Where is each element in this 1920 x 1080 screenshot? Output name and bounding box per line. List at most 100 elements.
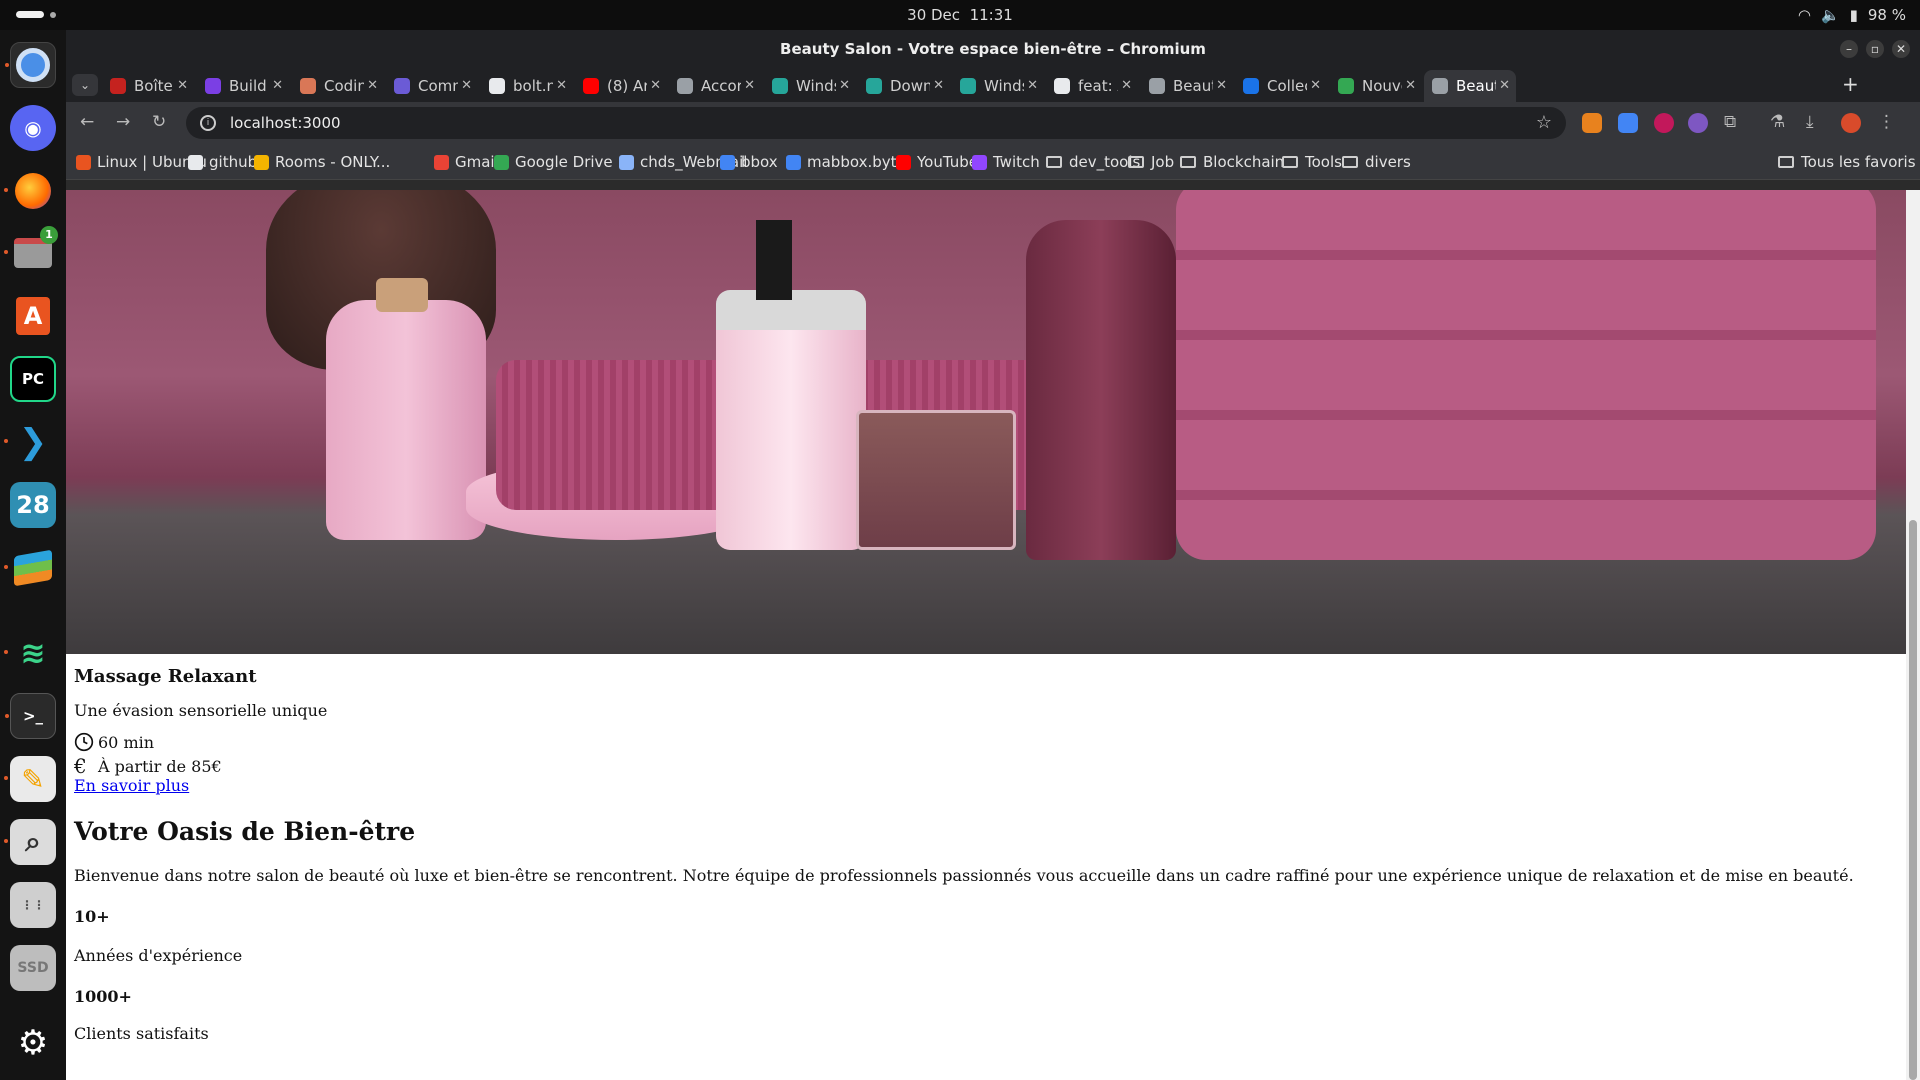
- bookmark-1[interactable]: github: [188, 153, 257, 171]
- tab-search-button[interactable]: ⌄: [72, 74, 98, 96]
- close-window-button[interactable]: ✕: [1892, 40, 1910, 58]
- about-heading: Votre Oasis de Bien-être: [74, 817, 416, 846]
- all-bookmarks-button[interactable]: Tous les favoris: [1778, 153, 1916, 171]
- scrollbar-thumb[interactable]: [1909, 520, 1917, 1080]
- system-clock[interactable]: 30 Dec 11:31: [0, 6, 1920, 24]
- tab-close-icon[interactable]: ✕: [1027, 78, 1038, 93]
- search-launcher[interactable]: ⌕: [4, 819, 56, 865]
- download-icon[interactable]: ⤓: [1806, 112, 1814, 132]
- extensions-puzzle-icon[interactable]: ⧉: [1724, 112, 1736, 132]
- tab-favicon-icon: [1149, 78, 1165, 94]
- tab-12[interactable]: Collection✕: [1235, 70, 1327, 102]
- bookmark-4[interactable]: Google Drive: [494, 153, 613, 171]
- text-editor-launcher[interactable]: ✎: [4, 756, 56, 802]
- browser-menu-icon[interactable]: ⋮: [1878, 112, 1895, 132]
- wifi-icon: ◠: [1797, 6, 1811, 24]
- calendar-launcher[interactable]: 28: [10, 482, 56, 528]
- tab-13[interactable]: Nouvel onglet✕: [1330, 70, 1422, 102]
- address-bar[interactable]: i localhost:3000 ☆: [186, 107, 1566, 139]
- tab-8[interactable]: Download✕: [858, 70, 950, 102]
- system-tray[interactable]: ◠ 🔈 ▮ 98 %: [1798, 6, 1906, 24]
- tab-close-icon[interactable]: ✕: [461, 78, 472, 93]
- terminal-launcher[interactable]: >_: [5, 693, 56, 739]
- bbox-icon: [786, 154, 801, 170]
- tab-close-icon[interactable]: ✕: [1310, 78, 1321, 93]
- bookmark-star-icon[interactable]: ☆: [1536, 107, 1552, 139]
- tab-14[interactable]: Beauty✕: [1424, 70, 1516, 102]
- maximize-button[interactable]: ▫: [1866, 40, 1884, 58]
- page-scrollbar[interactable]: [1906, 190, 1920, 1080]
- system-monitor-launcher[interactable]: ⋮⋮: [10, 882, 56, 928]
- tab-close-icon[interactable]: ✕: [1216, 78, 1227, 93]
- learn-more-link[interactable]: En savoir plus: [74, 776, 189, 795]
- bookmark-10[interactable]: dev_tools: [1046, 153, 1140, 171]
- tab-close-icon[interactable]: ✕: [1121, 78, 1132, 93]
- tab-close-icon[interactable]: ✕: [933, 78, 944, 93]
- window-title: Beauty Salon - Votre espace bien-être – …: [780, 40, 1206, 58]
- tab-close-icon[interactable]: ✕: [744, 78, 755, 93]
- tab-1[interactable]: Build Projects✕: [197, 70, 289, 102]
- bookmark-3[interactable]: Gmail: [434, 153, 499, 171]
- tab-close-icon[interactable]: ✕: [839, 78, 850, 93]
- tab-9[interactable]: Windsurf✕: [952, 70, 1044, 102]
- pycharm-launcher[interactable]: PC: [10, 356, 56, 402]
- tab-close-icon[interactable]: ✕: [272, 78, 283, 93]
- metamask-extension-icon[interactable]: [1582, 113, 1602, 133]
- files-launcher[interactable]: 1: [4, 226, 58, 276]
- pink-extension-icon[interactable]: [1654, 113, 1674, 133]
- vscode-launcher[interactable]: ❯: [4, 419, 56, 465]
- bookmark-9[interactable]: Twitch: [972, 153, 1040, 171]
- youtube-icon: [896, 154, 911, 170]
- site-info-icon[interactable]: i: [200, 115, 216, 131]
- tab-10[interactable]: feat: Add✕: [1046, 70, 1138, 102]
- tab-11[interactable]: Beauty✕: [1141, 70, 1233, 102]
- minimize-button[interactable]: –: [1840, 40, 1858, 58]
- firefox-launcher[interactable]: [4, 168, 56, 214]
- app-center-launcher[interactable]: A: [10, 293, 56, 339]
- bookmark-12[interactable]: Blockchain: [1180, 153, 1284, 171]
- tab-7[interactable]: Windsurf✕: [764, 70, 856, 102]
- stat-value-clients: 1000+: [74, 987, 132, 1006]
- tab-close-icon[interactable]: ✕: [1499, 78, 1510, 93]
- discord-launcher[interactable]: ◉: [10, 105, 56, 151]
- bookmark-7[interactable]: mabbox.bytel: [786, 153, 910, 171]
- tab-favicon-icon: [677, 78, 693, 94]
- tab-favicon-icon: [1054, 78, 1070, 94]
- tab-favicon-icon: [394, 78, 410, 94]
- profile-avatar[interactable]: [1841, 113, 1861, 133]
- euro-icon: €: [74, 754, 87, 778]
- ssd-drive-launcher[interactable]: SSD: [10, 945, 56, 991]
- chromium-launcher[interactable]: [5, 42, 56, 88]
- tab-4[interactable]: bolt.new✕: [481, 70, 573, 102]
- back-button[interactable]: ←: [80, 112, 94, 132]
- tab-close-icon[interactable]: ✕: [556, 78, 567, 93]
- forward-button[interactable]: →: [116, 112, 130, 132]
- ubuntu-icon: [76, 154, 91, 170]
- tab-6[interactable]: Accordion✕: [669, 70, 761, 102]
- purple-extension-icon[interactable]: [1688, 113, 1708, 133]
- tab-0[interactable]: Boîte de réception✕: [102, 70, 194, 102]
- bookmark-14[interactable]: divers: [1342, 153, 1411, 171]
- bookmark-13[interactable]: Tools: [1282, 153, 1342, 171]
- stack-app-launcher[interactable]: ≋: [4, 630, 56, 676]
- webmail-icon: [619, 154, 634, 170]
- new-tab-button[interactable]: +: [1842, 72, 1859, 96]
- translate-extension-icon[interactable]: [1618, 113, 1638, 133]
- clock-time: 11:31: [969, 6, 1013, 24]
- tab-close-icon[interactable]: ✕: [177, 78, 188, 93]
- labs-flask-icon[interactable]: ⚗: [1770, 112, 1785, 132]
- tab-close-icon[interactable]: ✕: [650, 78, 661, 93]
- tab-3[interactable]: Community✕: [386, 70, 478, 102]
- layers-launcher[interactable]: [4, 545, 56, 591]
- show-apps-launcher[interactable]: ⚙: [10, 1020, 56, 1066]
- tab-close-icon[interactable]: ✕: [367, 78, 378, 93]
- bookmark-8[interactable]: YouTube: [896, 153, 978, 171]
- bookmark-2[interactable]: Rooms - ONLY...: [254, 153, 390, 171]
- reload-button[interactable]: ↻: [152, 112, 166, 132]
- tab-2[interactable]: Coding✕: [292, 70, 384, 102]
- tab-5[interactable]: (8) Arrow✕: [575, 70, 667, 102]
- tab-close-icon[interactable]: ✕: [1405, 78, 1416, 93]
- pump-bottle-shape: [716, 290, 866, 550]
- bookmark-11[interactable]: Job: [1128, 153, 1174, 171]
- bookmark-6[interactable]: bbox: [720, 153, 778, 171]
